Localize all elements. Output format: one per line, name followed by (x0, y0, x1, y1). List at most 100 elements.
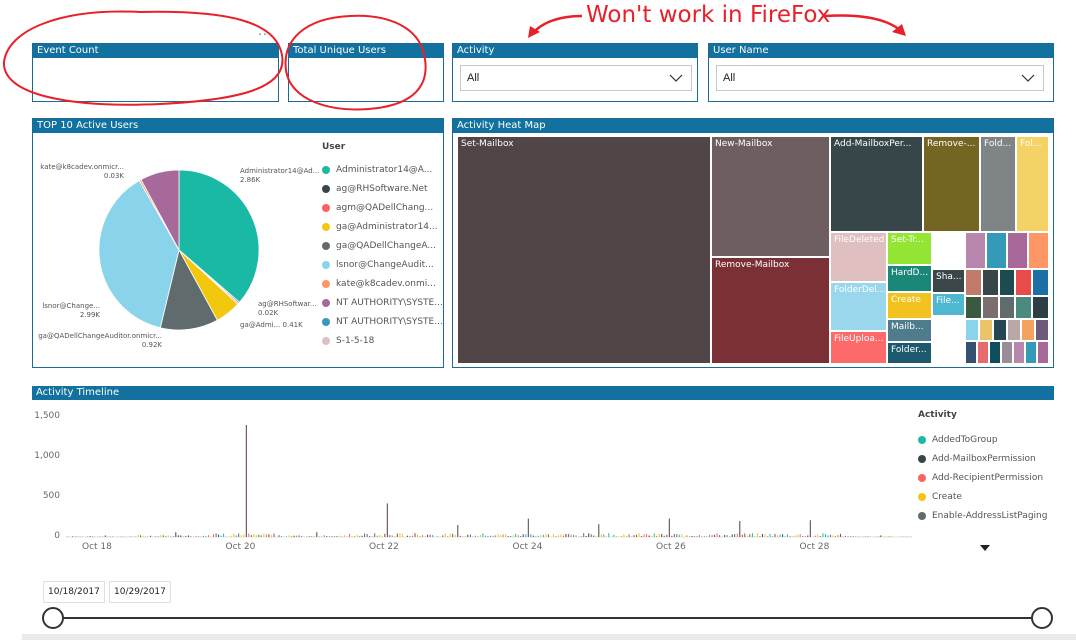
timeline-bar[interactable] (495, 535, 496, 537)
bottom-scrollbar[interactable] (22, 634, 1076, 640)
timeline-bar[interactable] (336, 536, 338, 537)
timeline-bar[interactable] (633, 535, 635, 537)
timeline-bar[interactable] (384, 533, 386, 537)
timeline-bar[interactable] (779, 534, 781, 537)
timeline-bar[interactable] (187, 535, 189, 537)
timeline-bar[interactable] (797, 534, 799, 537)
timeline-bar[interactable] (112, 536, 114, 538)
timeline-legend-item[interactable]: Create (918, 487, 1058, 506)
timeline-bar[interactable] (170, 536, 172, 538)
treemap-cell[interactable]: New-Mailbox (711, 136, 830, 257)
treemap-cell[interactable] (1015, 269, 1033, 296)
timeline-bar[interactable] (288, 535, 290, 537)
timeline-bar[interactable] (855, 536, 857, 538)
timeline-bar[interactable] (102, 536, 104, 538)
top10-legend-item[interactable]: S-1-5-18 (322, 331, 438, 350)
timeline-bar[interactable] (444, 533, 446, 537)
timeline-bar[interactable] (434, 536, 436, 537)
timeline-bar[interactable] (850, 536, 852, 537)
timeline-bar[interactable] (177, 535, 179, 537)
timeline-bar[interactable] (301, 536, 303, 537)
timeline-bar[interactable] (900, 536, 902, 537)
timeline-bar[interactable] (784, 536, 786, 538)
date-slider-start-handle[interactable] (42, 607, 64, 629)
treemap-cell[interactable] (1015, 296, 1033, 319)
timeline-bar[interactable] (651, 535, 653, 537)
timeline-bar[interactable] (228, 536, 230, 537)
timeline-bar[interactable] (265, 534, 267, 538)
timeline-bar[interactable] (406, 535, 408, 537)
timeline-bar-chart[interactable] (66, 412, 912, 542)
timeline-bar[interactable] (827, 535, 829, 537)
timeline-bar[interactable] (535, 536, 537, 538)
timeline-bar[interactable] (197, 536, 199, 537)
timeline-bar[interactable] (109, 536, 111, 537)
timeline-bar[interactable] (711, 535, 713, 537)
timeline-bar[interactable] (502, 534, 504, 537)
timeline-bar[interactable] (104, 535, 106, 537)
timeline-bar[interactable] (814, 535, 816, 537)
timeline-bar[interactable] (590, 534, 592, 537)
timeline-bar[interactable] (842, 536, 844, 538)
timeline-bar[interactable] (580, 536, 582, 537)
timeline-bar[interactable] (145, 536, 147, 538)
timeline-bar[interactable] (87, 536, 89, 537)
treemap-cell[interactable] (998, 296, 1016, 319)
date-slider-track[interactable] (52, 617, 1042, 619)
timeline-bar[interactable] (497, 533, 499, 537)
timeline-bar[interactable] (205, 536, 207, 537)
timeline-bar[interactable] (774, 533, 776, 537)
timeline-bar[interactable] (819, 536, 821, 537)
timeline-bar[interactable] (490, 535, 491, 537)
treemap-cell[interactable]: FolderDel... (830, 282, 887, 331)
timeline-bar[interactable] (180, 535, 182, 537)
timeline-bar[interactable] (432, 535, 434, 537)
treemap-cell[interactable] (1028, 232, 1049, 269)
timeline-bar[interactable] (394, 536, 396, 538)
treemap-cell[interactable] (1001, 341, 1013, 364)
timeline-bar[interactable] (809, 520, 811, 537)
timeline-bar[interactable] (243, 534, 245, 537)
top10-legend-item[interactable]: lsnor@ChangeAudit... (322, 255, 438, 274)
timeline-bar[interactable] (688, 536, 690, 537)
timeline-bar[interactable] (777, 535, 778, 537)
treemap-cell[interactable] (1013, 341, 1025, 364)
timeline-bar[interactable] (764, 534, 766, 538)
timeline-bar[interactable] (419, 536, 421, 538)
timeline-bar[interactable] (479, 535, 481, 537)
timeline-bar[interactable] (354, 536, 355, 538)
end-date-input[interactable]: 10/29/2017 (109, 581, 171, 603)
treemap-cell[interactable] (965, 269, 982, 296)
timeline-bar[interactable] (379, 534, 381, 537)
timeline-bar[interactable] (520, 536, 522, 537)
timeline-bar[interactable] (593, 535, 595, 538)
timeline-bar[interactable] (532, 535, 534, 538)
timeline-bar[interactable] (840, 533, 841, 537)
timeline-bar[interactable] (799, 534, 801, 537)
timeline-legend-item[interactable]: Add-RecipientPermission (918, 468, 1058, 487)
timeline-bar[interactable] (386, 503, 388, 537)
start-date-input[interactable]: 10/18/2017 (43, 581, 105, 603)
timeline-bar[interactable] (245, 425, 247, 537)
timeline-bar[interactable] (736, 533, 738, 537)
timeline-bar[interactable] (157, 536, 159, 537)
timeline-bar[interactable] (422, 535, 423, 537)
treemap-cell[interactable] (965, 296, 982, 319)
timeline-bar[interactable] (69, 536, 71, 538)
timeline-bar[interactable] (316, 532, 318, 537)
timeline-bar[interactable] (192, 536, 194, 538)
timeline-bar[interactable] (273, 533, 275, 537)
timeline-bar[interactable] (530, 534, 532, 537)
timeline-bar[interactable] (411, 535, 413, 537)
timeline-bar[interactable] (686, 535, 688, 537)
top10-legend-item[interactable]: ag@RHSoftware.Net (322, 179, 438, 198)
timeline-bar[interactable] (668, 518, 670, 537)
timeline-bar[interactable] (706, 536, 708, 537)
timeline-bar[interactable] (867, 536, 869, 538)
timeline-bar[interactable] (263, 533, 265, 537)
treemap-cell[interactable] (965, 319, 979, 341)
timeline-bar[interactable] (142, 535, 144, 537)
timeline-bar[interactable] (623, 534, 625, 537)
timeline-bar[interactable] (175, 532, 177, 537)
timeline-bar[interactable] (424, 536, 426, 537)
